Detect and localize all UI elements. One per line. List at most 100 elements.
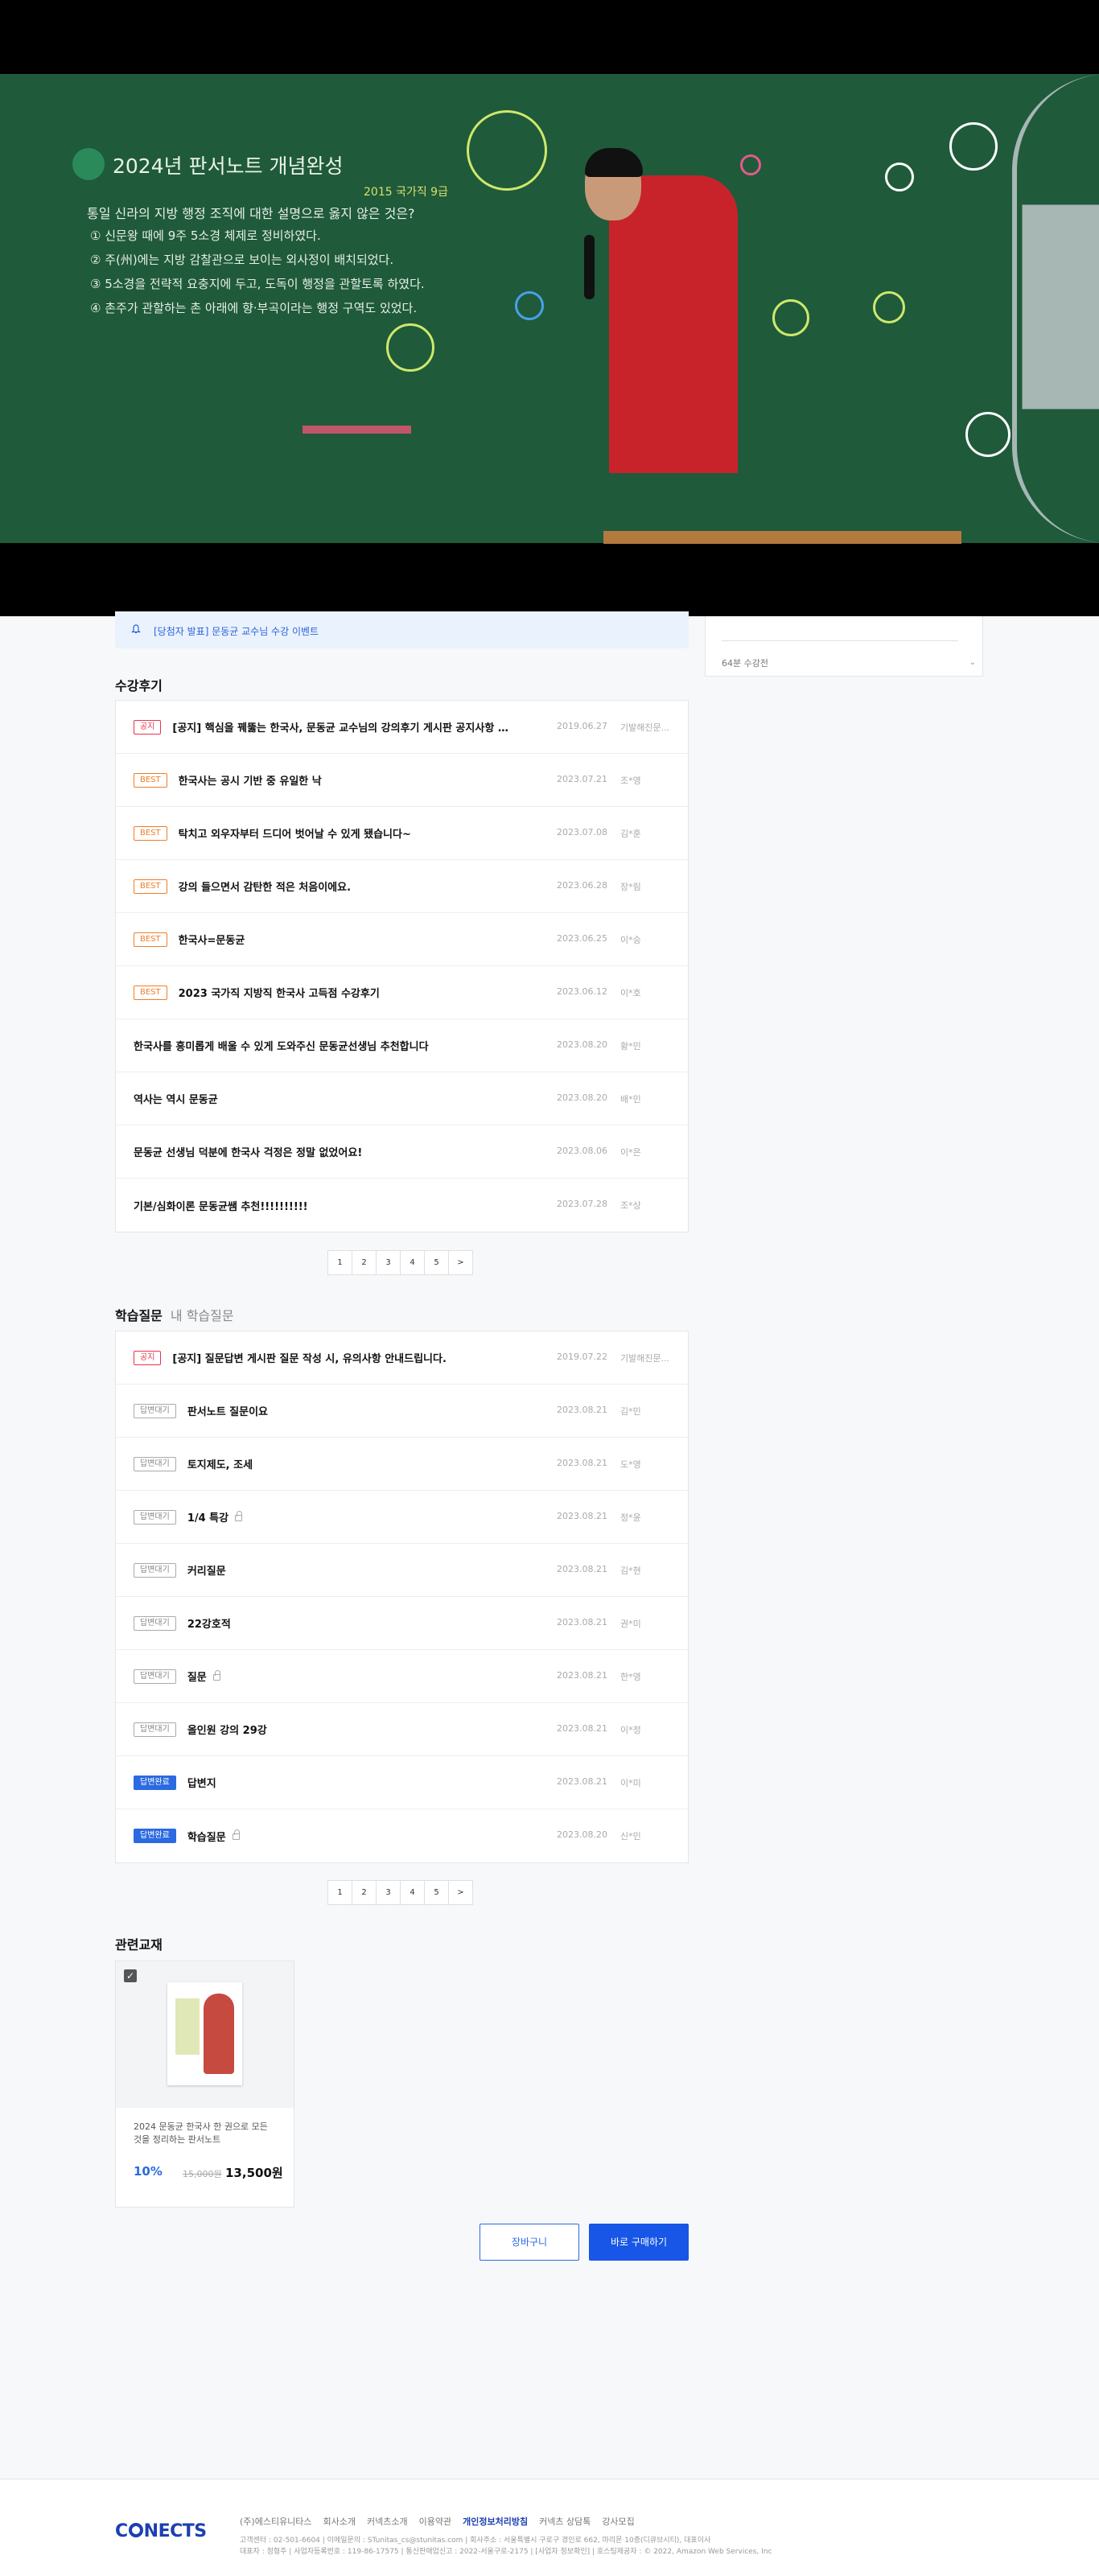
post-title[interactable]: 커리질문 bbox=[187, 1562, 226, 1578]
post-date: 2023.06.28 bbox=[557, 880, 607, 891]
footer-link[interactable]: 커넥츠소개 bbox=[367, 2515, 408, 2528]
page-button[interactable]: 5 bbox=[424, 1250, 449, 1275]
table-row[interactable]: 답변대기 질문 2023.08.21 한*영 bbox=[116, 1650, 688, 1703]
post-date: 2023.08.20 bbox=[557, 1093, 607, 1103]
board-choice: ① 신문왕 때에 9주 5소경 체제로 정비하였다. bbox=[90, 228, 321, 243]
chevron-down-icon[interactable]: ⌄ bbox=[969, 658, 976, 667]
page-button[interactable]: 1 bbox=[327, 1880, 352, 1905]
lecture-list-panel[interactable]: 64분 수강전 ⌄ bbox=[705, 616, 983, 677]
post-date: 2023.06.25 bbox=[557, 933, 607, 944]
board-tag: 2015 국가직 9급 bbox=[364, 186, 448, 199]
event-notice-bar[interactable]: [당첨자 발표] 문동균 교수님 수강 이벤트 bbox=[115, 611, 689, 648]
page-button[interactable]: 3 bbox=[376, 1250, 401, 1275]
page-button[interactable]: 4 bbox=[400, 1880, 425, 1905]
lecture-video-player[interactable]: 2024년 판서노트 개념완성 2015 국가직 9급 통일 신라의 지방 행정… bbox=[0, 0, 1099, 616]
table-row[interactable]: 공지 [공지] 질문답변 게시판 질문 작성 시, 유의사항 안내드립니다. 201… bbox=[116, 1331, 688, 1385]
post-date: 2023.08.21 bbox=[557, 1458, 607, 1468]
post-title[interactable]: [공지] 질문답변 게시판 질문 작성 시, 유의사항 안내드립니다. bbox=[172, 1350, 446, 1365]
post-date: 2023.08.21 bbox=[557, 1723, 607, 1734]
post-author: 이*정 bbox=[620, 1725, 641, 1735]
table-row[interactable]: 답변대기 22강호적 2023.08.21 권*미 bbox=[116, 1597, 688, 1650]
page-button[interactable]: 2 bbox=[352, 1880, 377, 1905]
book-discount: 10% bbox=[134, 2164, 163, 2179]
table-row[interactable]: BEST 한국사=문동균 2023.06.25 이*승 bbox=[116, 913, 688, 966]
my-questions-tab[interactable]: 내 학습질문 bbox=[171, 1308, 234, 1323]
page-button[interactable]: 3 bbox=[376, 1880, 401, 1905]
panel-status-text: 64분 수강전 bbox=[722, 658, 768, 669]
table-row[interactable]: 답변대기 1/4 특강 2023.08.21 정*윤 bbox=[116, 1491, 688, 1544]
post-title[interactable]: 역사는 역시 문동균 bbox=[134, 1091, 218, 1106]
footer-link[interactable]: 개인정보처리방침 bbox=[463, 2515, 528, 2528]
add-to-cart-button[interactable]: 장바구니 bbox=[480, 2224, 579, 2261]
post-title[interactable]: 답변지 bbox=[187, 1775, 216, 1790]
post-date: 2023.08.21 bbox=[557, 1776, 607, 1787]
table-row[interactable]: 역사는 역시 문동균 2023.08.20 배*민 bbox=[116, 1072, 688, 1125]
status-badge: 답변대기 bbox=[134, 1669, 176, 1684]
next-page-button[interactable]: > bbox=[448, 1880, 473, 1905]
page-button[interactable]: 2 bbox=[352, 1250, 377, 1275]
buy-now-button[interactable]: 바로 구매하기 bbox=[589, 2224, 689, 2261]
post-title[interactable]: [공지] 핵심을 꿰뚫는 한국사, 문동균 교수님의 강의후기 게시판 공지사항… bbox=[172, 719, 510, 735]
footer-link[interactable]: (주)에스티유니타스 bbox=[240, 2515, 312, 2528]
questions-tab[interactable]: 학습질문 bbox=[115, 1308, 163, 1323]
page-button[interactable]: 4 bbox=[400, 1250, 425, 1275]
table-row[interactable]: 답변완료 답변지 2023.08.21 이*미 bbox=[116, 1756, 688, 1809]
book-select-checkbox[interactable]: ✓ bbox=[124, 1969, 137, 1982]
reviews-list: 공지 [공지] 핵심을 꿰뚫는 한국사, 문동균 교수님의 강의후기 게시판 공지… bbox=[115, 700, 689, 1232]
table-row[interactable]: 한국사를 흥미롭게 배울 수 있게 도와주신 문동균선생님 추천합니다 2023.… bbox=[116, 1019, 688, 1072]
post-title[interactable]: 판서노트 질문이요 bbox=[187, 1403, 268, 1418]
post-title[interactable]: 한국사를 흥미롭게 배울 수 있게 도와주신 문동균선생님 추천합니다 bbox=[134, 1038, 429, 1053]
table-row[interactable]: 답변완료 학습질문 2023.08.20 신*민 bbox=[116, 1809, 688, 1862]
table-row[interactable]: 답변대기 토지제도, 조세 2023.08.21 도*영 bbox=[116, 1438, 688, 1491]
post-author: 이*승 bbox=[620, 935, 641, 945]
book-card[interactable]: ✓ 2024 문동균 한국사 한 권으로 모든 것을 정리하는 판서노트 10%… bbox=[115, 1961, 294, 2208]
table-row[interactable]: BEST 한국사는 공시 기반 중 유일한 낙 2023.07.21 조*영 bbox=[116, 754, 688, 807]
post-author: 황*민 bbox=[620, 1041, 641, 1051]
status-badge: BEST bbox=[134, 825, 167, 841]
footer-link[interactable]: 이용약관 bbox=[419, 2515, 451, 2528]
table-row[interactable]: 공지 [공지] 핵심을 꿰뚫는 한국사, 문동균 교수님의 강의후기 게시판 공지… bbox=[116, 701, 688, 754]
status-badge: 공지 bbox=[134, 719, 162, 735]
table-row[interactable]: 답변대기 커리질문 2023.08.21 김*현 bbox=[116, 1544, 688, 1597]
post-author: 장*림 bbox=[620, 882, 641, 892]
table-row[interactable]: BEST 2023 국가직 지방직 한국사 고득점 수강후기 2023.06.12 이… bbox=[116, 966, 688, 1019]
footer-company-info: 고객센터 : 02-501-6604 | 이메일문의 : STunitas_cs… bbox=[240, 2537, 711, 2545]
table-row[interactable]: BEST 강의 들으면서 감탄한 적은 처음이에요. 2023.06.28 장*림 bbox=[116, 860, 688, 913]
table-row[interactable]: 문동균 선생님 덕분에 한국사 걱정은 정말 없었어요! 2023.08.06 이*… bbox=[116, 1125, 688, 1179]
post-title[interactable]: 한국사=문동균 bbox=[179, 932, 245, 947]
post-title[interactable]: 1/4 특강 bbox=[187, 1509, 228, 1525]
questions-title: 학습질문 내 학습질문 bbox=[115, 1305, 234, 1324]
post-date: 2023.07.08 bbox=[557, 827, 607, 837]
footer-link[interactable]: 강사모집 bbox=[602, 2515, 634, 2528]
page-button[interactable]: 5 bbox=[424, 1880, 449, 1905]
post-title[interactable]: 질문 bbox=[187, 1669, 207, 1684]
post-title[interactable]: 탁치고 외우자부터 드디어 벗어날 수 있게 됐습니다~ bbox=[179, 825, 411, 841]
board-choice: ② 주(州)에는 지방 감찰관으로 보이는 외사정이 배치되었다. bbox=[90, 253, 394, 267]
table-row[interactable]: 답변대기 올인원 강의 29강 2023.08.21 이*정 bbox=[116, 1703, 688, 1756]
post-author: 정*윤 bbox=[620, 1512, 641, 1523]
table-row[interactable]: 기본/심화이론 문동균쌤 추천!!!!!!!!!! 2023.07.28 조*상 bbox=[116, 1179, 688, 1232]
lock-icon bbox=[235, 1510, 243, 1521]
book-name[interactable]: 2024 문동균 한국사 한 권으로 모든 것을 정리하는 판서노트 bbox=[134, 2121, 278, 2146]
post-title[interactable]: 2023 국가직 지방직 한국사 고득점 수강후기 bbox=[179, 985, 380, 1000]
post-title[interactable]: 올인원 강의 29강 bbox=[187, 1722, 267, 1737]
footer-link[interactable]: 커넥츠 상담톡 bbox=[539, 2515, 591, 2528]
board-choice: ④ 촌주가 관할하는 촌 아래에 향·부곡이라는 행정 구역도 있었다. bbox=[90, 301, 418, 315]
post-author: 신*민 bbox=[620, 1831, 641, 1841]
post-title[interactable]: 학습질문 bbox=[187, 1829, 226, 1844]
questions-pagination: 1 2 3 4 5 > bbox=[327, 1880, 473, 1905]
lock-icon bbox=[232, 1829, 240, 1840]
next-page-button[interactable]: > bbox=[448, 1250, 473, 1275]
page-button[interactable]: 1 bbox=[327, 1250, 352, 1275]
table-row[interactable]: BEST 탁치고 외우자부터 드디어 벗어날 수 있게 됐습니다~ 2023.07.… bbox=[116, 807, 688, 860]
post-title[interactable]: 기본/심화이론 문동균쌤 추천!!!!!!!!!! bbox=[134, 1198, 308, 1213]
conects-logo[interactable]: C NECTS bbox=[115, 2521, 207, 2541]
table-row[interactable]: 답변대기 판서노트 질문이요 2023.08.21 김*민 bbox=[116, 1385, 688, 1438]
post-title[interactable]: 토지제도, 조세 bbox=[187, 1456, 253, 1471]
post-date: 2023.08.21 bbox=[557, 1564, 607, 1574]
post-title[interactable]: 22강호적 bbox=[187, 1615, 231, 1631]
post-title[interactable]: 한국사는 공시 기반 중 유일한 낙 bbox=[179, 772, 322, 788]
post-title[interactable]: 문동균 선생님 덕분에 한국사 걱정은 정말 없었어요! bbox=[134, 1144, 362, 1159]
footer-link[interactable]: 회사소개 bbox=[323, 2515, 356, 2528]
post-title[interactable]: 강의 들으면서 감탄한 적은 처음이에요. bbox=[179, 879, 351, 894]
